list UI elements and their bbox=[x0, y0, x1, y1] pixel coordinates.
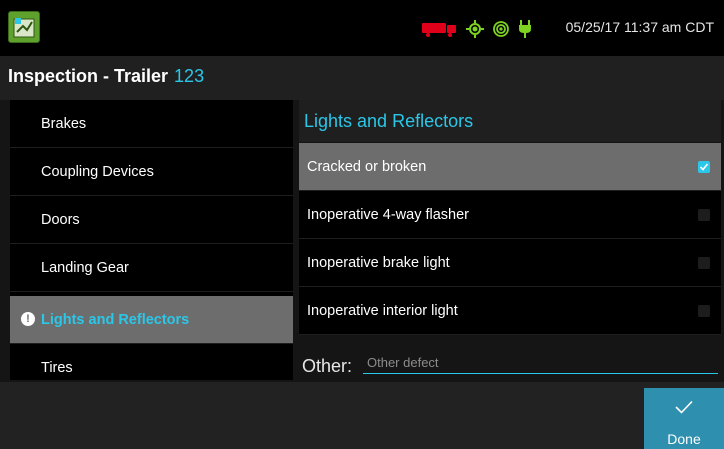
category-label: Coupling Devices bbox=[41, 163, 154, 180]
checkbox[interactable] bbox=[698, 209, 710, 221]
alert-icon: ! bbox=[21, 312, 35, 326]
defect-label: Inoperative 4-way flasher bbox=[307, 207, 469, 223]
defect-label: Cracked or broken bbox=[307, 159, 427, 175]
defect-label: Inoperative brake light bbox=[307, 255, 450, 271]
defect-panel: Lights and Reflectors Cracked or broken … bbox=[299, 100, 721, 382]
defect-label: Inoperative interior light bbox=[307, 303, 458, 319]
signal-icon bbox=[493, 21, 509, 37]
defect-row-cracked-or-broken[interactable]: Cracked or broken bbox=[299, 143, 721, 191]
category-label: Brakes bbox=[41, 115, 87, 132]
gps-icon bbox=[466, 20, 484, 38]
checkbox[interactable] bbox=[698, 257, 710, 269]
other-defect-input[interactable] bbox=[363, 352, 718, 374]
trailer-number: 123 bbox=[174, 66, 205, 86]
category-list: Brakes Coupling Devices Doors Landing Ge… bbox=[10, 100, 293, 380]
category-item-doors[interactable]: Doors bbox=[10, 196, 293, 244]
category-item-coupling-devices[interactable]: Coupling Devices bbox=[10, 148, 293, 196]
status-icons bbox=[422, 17, 532, 41]
defect-row-4-way-flasher[interactable]: Inoperative 4-way flasher bbox=[299, 191, 721, 239]
category-item-tires[interactable]: Tires bbox=[10, 344, 293, 380]
category-label: Landing Gear bbox=[41, 259, 129, 276]
other-label: Other: bbox=[302, 356, 353, 376]
main-content: Brakes Coupling Devices Doors Landing Ge… bbox=[0, 100, 724, 382]
page-title-text: Inspection - Trailer bbox=[8, 66, 169, 86]
category-item-landing-gear[interactable]: Landing Gear bbox=[10, 244, 293, 292]
defect-row-interior-light[interactable]: Inoperative interior light bbox=[299, 287, 721, 335]
app-launcher-icon[interactable] bbox=[8, 11, 40, 43]
category-label: Doors bbox=[41, 211, 80, 228]
done-button[interactable]: Done bbox=[644, 388, 724, 449]
category-item-brakes[interactable]: Brakes bbox=[10, 100, 293, 148]
status-datetime: 05/25/17 11:37 am CDT bbox=[565, 19, 714, 35]
power-icon bbox=[519, 20, 531, 38]
checkmark-icon bbox=[699, 163, 709, 171]
category-item-lights-and-reflectors[interactable]: ! Lights and Reflectors bbox=[10, 296, 293, 344]
checkbox[interactable] bbox=[698, 305, 710, 317]
status-bar: 05/25/17 11:37 am CDT bbox=[0, 0, 724, 56]
panel-title: Lights and Reflectors bbox=[299, 100, 721, 142]
bottom-bar: Done bbox=[0, 382, 724, 449]
checkbox-checked[interactable] bbox=[698, 161, 710, 173]
page-title: Inspection - Trailer 123 bbox=[8, 66, 204, 87]
done-label: Done bbox=[667, 431, 701, 447]
page-header: Inspection - Trailer 123 bbox=[0, 56, 724, 100]
defect-row-brake-light[interactable]: Inoperative brake light bbox=[299, 239, 721, 287]
truck-icon bbox=[422, 23, 456, 37]
category-label: Tires bbox=[41, 359, 73, 376]
category-label: Lights and Reflectors bbox=[41, 311, 190, 328]
checkmark-icon bbox=[675, 400, 693, 414]
